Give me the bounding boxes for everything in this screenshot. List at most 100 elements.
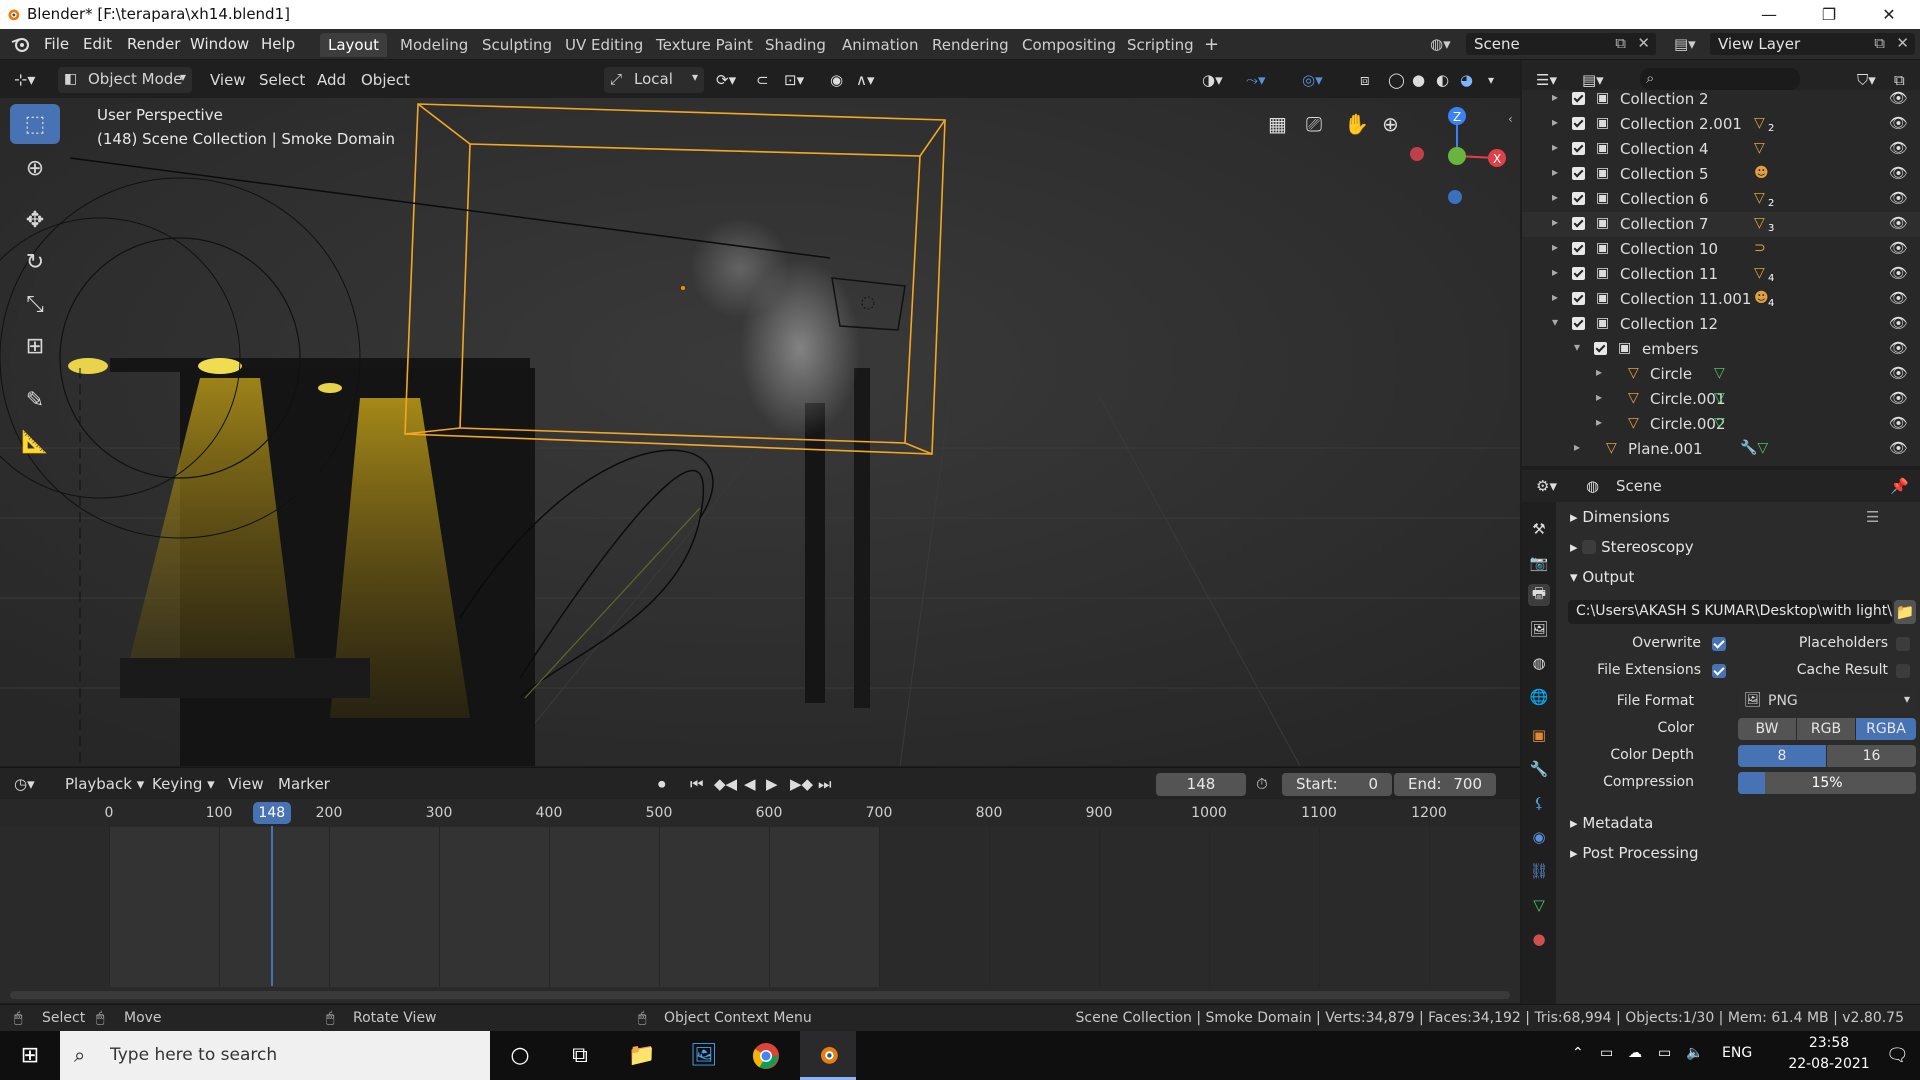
object-tab-icon[interactable]: ▣ xyxy=(1528,724,1550,746)
expand-chevron-icon[interactable]: ▸ xyxy=(1552,115,1558,129)
outliner-row[interactable]: ▸ ▣ Collection 7 ▽ 3 👁 xyxy=(1522,212,1920,237)
output-tab-icon[interactable]: 🖶 xyxy=(1528,584,1550,606)
expand-chevron-icon[interactable]: ▸ xyxy=(1574,440,1580,454)
mesh-data-icon[interactable]: ▽ xyxy=(1714,390,1725,406)
next-keyframe-icon[interactable]: ▶◆ xyxy=(790,772,813,796)
preview-range-icon[interactable]: ⏱ xyxy=(1256,772,1268,796)
stereoscopy-panel-header[interactable]: ▸ Stereoscopy xyxy=(1570,538,1694,556)
expand-chevron-icon[interactable]: ▸ xyxy=(1596,365,1602,379)
tray-chevron-icon[interactable]: ⌃ xyxy=(1572,1045,1584,1061)
snap-icon[interactable]: ⊂ xyxy=(756,68,769,92)
scene-selector-icon[interactable]: ◍▾ xyxy=(1430,35,1451,53)
taskbar-search-input[interactable]: ⌕ Type here to search xyxy=(60,1031,490,1080)
visibility-eye-icon[interactable]: 👁 xyxy=(1889,364,1908,382)
tab-rendering[interactable]: Rendering xyxy=(924,33,1017,57)
visibility-eye-icon[interactable]: 👁 xyxy=(1889,189,1908,207)
output-panel-header[interactable]: ▾ Output xyxy=(1570,568,1634,586)
expand-chevron-icon[interactable]: ▸ xyxy=(1552,240,1558,254)
contents-icon[interactable]: ▽ xyxy=(1754,190,1765,206)
photos-icon[interactable]: 🖼 xyxy=(676,1031,732,1080)
outliner-row[interactable]: ▸ ▣ Collection 4 ▽ 👁 xyxy=(1522,137,1920,162)
overlay-toggle-icon[interactable]: ◎▾ xyxy=(1302,68,1323,92)
start-frame-field[interactable]: Start: 0 xyxy=(1282,773,1392,796)
pin-icon[interactable]: 📌 xyxy=(1890,474,1909,498)
properties-editor-icon[interactable]: ⚙▾ xyxy=(1536,474,1557,498)
material-shading-icon[interactable]: ◐ xyxy=(1436,68,1449,92)
play-icon[interactable]: ▶ xyxy=(766,772,778,796)
playback-menu[interactable]: Playback ▾ xyxy=(65,772,144,796)
expand-chevron-icon[interactable]: ▸ xyxy=(1552,190,1558,204)
menu-view[interactable]: View xyxy=(210,68,246,92)
rendered-shading-icon[interactable]: ◕ xyxy=(1460,68,1473,92)
language-indicator[interactable]: ENG xyxy=(1722,1045,1752,1061)
record-icon[interactable]: ⏺ xyxy=(658,772,666,796)
keying-menu[interactable]: Keying ▾ xyxy=(152,772,215,796)
modifier-tab-icon[interactable]: 🔧 xyxy=(1528,758,1550,780)
outliner-row[interactable]: ▾ ▣ Collection 12 👁 xyxy=(1522,312,1920,337)
visibility-eye-icon[interactable]: 👁 xyxy=(1889,389,1908,407)
notifications-icon[interactable]: 🗨 xyxy=(1886,1045,1909,1066)
new-view-layer-icon[interactable]: ⧉ xyxy=(1874,34,1885,52)
physics-tab-icon[interactable]: ◉ xyxy=(1528,826,1550,848)
windows-start-icon[interactable]: ⊞ xyxy=(2,1031,58,1080)
menu-help[interactable]: Help xyxy=(261,35,295,53)
depth-16-option[interactable]: 16 xyxy=(1827,745,1916,767)
color-rgb-option[interactable]: RGB xyxy=(1797,718,1855,740)
visibility-eye-icon[interactable]: 👁 xyxy=(1889,289,1908,307)
particles-tab-icon[interactable]: ⚸ xyxy=(1528,792,1550,814)
presets-icon[interactable]: ☰ xyxy=(1866,508,1879,526)
proportional-edit-icon[interactable]: ◉ xyxy=(830,68,843,92)
tab-animation[interactable]: Animation xyxy=(834,33,926,57)
menu-object[interactable]: Object xyxy=(361,68,410,92)
pan-hand-icon[interactable]: ✋ xyxy=(1344,112,1369,136)
add-workspace-icon[interactable]: + xyxy=(1196,33,1227,57)
visibility-eye-icon[interactable]: 👁 xyxy=(1889,264,1908,282)
outliner-row[interactable]: ▸ ▣ Collection 2.001 ▽ 2 👁 xyxy=(1522,112,1920,137)
scene-field[interactable]: Scene ⧉ ✕ xyxy=(1466,33,1656,55)
visibility-eye-icon[interactable]: 👁 xyxy=(1889,214,1908,232)
tab-scripting[interactable]: Scripting xyxy=(1119,33,1202,57)
exclude-checkbox[interactable] xyxy=(1594,342,1607,355)
play-reverse-icon[interactable]: ◀ xyxy=(744,772,756,796)
color-bw-option[interactable]: BW xyxy=(1738,718,1796,740)
expand-chevron-icon[interactable]: ▸ xyxy=(1552,140,1558,154)
mode-dropdown[interactable]: ◧ Object Mode ▾ xyxy=(58,67,192,93)
exclude-checkbox[interactable] xyxy=(1572,267,1585,280)
gizmo-toggle-icon[interactable]: ⤳▾ xyxy=(1246,68,1266,92)
move-icon[interactable]: ✥ xyxy=(10,200,60,240)
snap-target-icon[interactable]: ⊡▾ xyxy=(784,68,804,92)
material-tab-icon[interactable]: ● xyxy=(1528,928,1550,950)
exclude-checkbox[interactable] xyxy=(1572,117,1585,130)
stereoscopy-checkbox[interactable] xyxy=(1582,540,1597,554)
timeline-view-menu[interactable]: View xyxy=(228,772,264,796)
contents-icon[interactable]: ☻ xyxy=(1754,290,1769,306)
contents-icon[interactable]: ▽ xyxy=(1754,140,1765,156)
tab-sculpting[interactable]: Sculpting xyxy=(474,33,560,57)
scale-icon[interactable]: ⤡ xyxy=(10,284,60,324)
expand-chevron-icon[interactable]: ▸ xyxy=(1596,415,1602,429)
pivot-point-icon[interactable]: ⟳▾ xyxy=(716,68,736,92)
clock-date[interactable]: 22-08-2021 xyxy=(1786,1056,1872,1072)
playhead-badge[interactable]: 148 xyxy=(252,802,291,824)
depth-8-option[interactable]: 8 xyxy=(1738,745,1826,767)
grid-toggle-icon[interactable]: ▦ xyxy=(1268,112,1287,136)
tab-layout[interactable]: Layout xyxy=(320,33,387,57)
tab-compositing[interactable]: Compositing xyxy=(1014,33,1124,57)
contents-icon[interactable]: ▽ xyxy=(1754,265,1765,281)
exclude-checkbox[interactable] xyxy=(1572,92,1585,105)
transform-icon[interactable]: ⊞ xyxy=(10,326,60,366)
expand-chevron-icon[interactable]: ▸ xyxy=(1596,390,1602,404)
metadata-panel-header[interactable]: ▸ Metadata xyxy=(1570,814,1653,832)
visibility-eye-icon[interactable]: 👁 xyxy=(1889,339,1908,357)
marker-menu[interactable]: Marker xyxy=(278,772,330,796)
file-explorer-icon[interactable]: 📁 xyxy=(614,1031,670,1080)
expand-chevron-icon[interactable]: ▾ xyxy=(1574,340,1580,354)
contents-icon[interactable]: ⊃ xyxy=(1754,240,1766,256)
cursor-icon[interactable]: ⊕ xyxy=(10,148,60,188)
visibility-eye-icon[interactable]: 👁 xyxy=(1889,439,1908,457)
maximize-button[interactable]: ❐ xyxy=(1800,0,1858,29)
blender-menu-icon[interactable] xyxy=(10,34,32,54)
camera-view-icon[interactable]: ⎚ xyxy=(1306,112,1322,136)
cortana-icon[interactable]: ○ xyxy=(492,1031,548,1080)
constraints-tab-icon[interactable]: ⛓ xyxy=(1528,860,1550,882)
